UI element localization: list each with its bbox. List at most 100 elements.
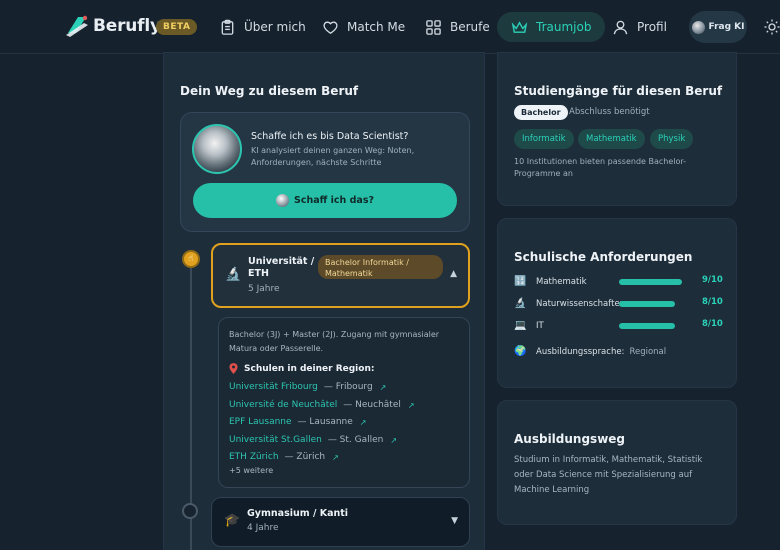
timeline-dot: [182, 503, 198, 519]
career-path-card: Dein Weg zu diesem Beruf Schaffe ich es …: [163, 52, 485, 550]
requirement-bar-track: [619, 301, 689, 307]
subject-chip[interactable]: Mathematik: [578, 129, 645, 149]
grid-icon: [426, 19, 441, 35]
school-requirements-card: Schulische Anforderungen 🔢 Mathematik 9/…: [497, 218, 737, 388]
stage-duration: 5 Jahre: [248, 284, 280, 294]
ask-ki-label: Frag KI: [708, 22, 745, 32]
schaff-ich-das-label: Schaff ich das?: [294, 195, 374, 206]
stage-name: Universität / ETH: [248, 256, 315, 279]
language-label: Ausbildungssprache:: [536, 347, 625, 357]
assistant-question: Schaffe ich es bis Data Scientist?: [251, 131, 409, 142]
numbers-icon: 🔢: [514, 276, 527, 287]
school-item: EPF Lausanne — Lausanne ↗: [229, 415, 367, 429]
school-item: Universität St.Gallen — St. Gallen ↗: [229, 433, 397, 447]
nav-item-traumjob[interactable]: Traumjob: [497, 12, 606, 42]
chevron-down-icon[interactable]: ▼: [451, 516, 458, 526]
degree-chip: Bachelor: [514, 105, 568, 120]
requirement-bar: [619, 301, 675, 307]
nav-label: Match Me: [347, 20, 406, 34]
crown-icon: [511, 20, 528, 33]
school-link[interactable]: Universität St.Gallen: [229, 435, 322, 445]
assistant-description: KI analysiert deinen ganzen Weg: Noten, …: [251, 146, 415, 167]
school-link[interactable]: Université de Neuchâtel: [229, 400, 337, 410]
chevron-up-icon[interactable]: ▲: [450, 269, 457, 279]
school-city: — Zürich: [284, 452, 326, 462]
requirement-subject: Naturwissenschaften: [536, 299, 621, 309]
sun-icon[interactable]: [764, 19, 780, 35]
nav-label: Traumjob: [536, 20, 592, 34]
external-link-icon[interactable]: ↗: [360, 418, 367, 427]
school-item: Universität Fribourg — Fribourg ↗: [229, 380, 386, 394]
external-link-icon[interactable]: ↗: [408, 401, 415, 410]
stage-detail-description: Bachelor (3J) + Master (2J). Zugang mit …: [229, 330, 440, 353]
top-navigation-bar: Berufly BETA Über mich Match Me Berufe T…: [0, 0, 780, 54]
institutions-note: 10 Institutionen bieten passende Bachelo…: [514, 157, 687, 178]
study-programs-title: Studiengänge für diesen Beruf: [514, 84, 723, 98]
school-item: Université de Neuchâtel — Neuchâtel ↗: [229, 398, 415, 412]
school-link[interactable]: Universität Fribourg: [229, 382, 318, 392]
language-value: Regional: [629, 347, 667, 357]
school-city: — Lausanne: [297, 417, 353, 427]
career-path-title: Dein Weg zu diesem Beruf: [180, 84, 359, 98]
external-link-icon[interactable]: ↗: [390, 436, 397, 445]
nav-item-ueber-mich[interactable]: Über mich: [219, 12, 306, 42]
ai-avatar-icon: [691, 20, 705, 34]
school-city: — Fribourg: [323, 382, 373, 392]
language-row: 🌍 Ausbildungssprache: Regional: [514, 346, 666, 358]
requirement-bar-track: [619, 279, 689, 285]
nav-item-match-me[interactable]: Match Me: [322, 12, 405, 42]
school-item: ETH Zürich — Zürich ↗: [229, 450, 339, 464]
stage-detail-panel: Bachelor (3J) + Master (2J). Zugang mit …: [218, 317, 470, 488]
microscope-icon: 🔬: [514, 298, 527, 309]
training-path-title: Ausbildungsweg: [514, 432, 626, 446]
requirement-bar-track: [619, 323, 689, 329]
beta-badge: BETA: [156, 19, 198, 35]
stage-degree-tag: Bachelor Informatik / Mathematik: [318, 255, 443, 279]
school-link[interactable]: ETH Zürich: [229, 452, 279, 462]
school-city: — St. Gallen: [327, 435, 384, 445]
requirement-subject: IT: [536, 321, 544, 331]
stage-gymnasium[interactable]: 🎓 Gymnasium / Kanti 4 Jahre ▼: [211, 497, 470, 547]
schools-heading-text: Schulen in deiner Region:: [244, 363, 375, 374]
school-city: — Neuchâtel: [343, 400, 401, 410]
requirement-bar: [619, 323, 675, 329]
requirement-score: 8/10: [702, 319, 723, 329]
school-requirements-title: Schulische Anforderungen: [514, 250, 693, 264]
requirement-bar: [619, 279, 682, 285]
nav-label: Berufe: [450, 20, 490, 34]
nav-label: Über mich: [244, 20, 306, 34]
external-link-icon[interactable]: ↗: [332, 453, 339, 462]
ask-ki-button[interactable]: Frag KI: [689, 11, 747, 43]
requirement-row: 🔢 Mathematik 9/10: [514, 275, 724, 289]
requirement-subject: Mathematik: [536, 277, 587, 287]
globe-icon: 🌍: [514, 346, 527, 357]
graduation-cap-icon: 🎓: [224, 513, 241, 528]
school-link[interactable]: EPF Lausanne: [229, 417, 292, 427]
nav-item-berufe[interactable]: Berufe: [425, 12, 490, 42]
clipboard-icon: [221, 19, 234, 35]
external-link-icon[interactable]: ↗: [380, 383, 387, 392]
logo-mark-icon: [66, 15, 88, 37]
robot-avatar-icon: [192, 124, 242, 174]
more-schools[interactable]: +5 weitere: [229, 466, 273, 475]
heart-icon: [323, 21, 338, 34]
requirement-row: 💻 IT 8/10: [514, 319, 724, 333]
subject-chip[interactable]: Informatik: [514, 129, 574, 149]
stage-universitaet[interactable]: 🔬 Universität / ETH 5 Jahre Bachelor Inf…: [211, 243, 470, 308]
brand-logo[interactable]: Berufly: [64, 13, 161, 39]
timeline-dot-active: ☝: [182, 250, 200, 268]
nav-item-profil[interactable]: Profil: [612, 12, 667, 42]
schaff-ich-das-button[interactable]: Schaff ich das?: [193, 183, 457, 218]
user-icon: [613, 20, 628, 34]
ai-assistant-panel: Schaffe ich es bis Data Scientist? KI an…: [180, 112, 470, 232]
requirement-row: 🔬 Naturwissenschaften 8/10: [514, 297, 724, 311]
brand-name: Berufly: [93, 16, 161, 36]
subject-chip[interactable]: Physik: [650, 129, 694, 149]
stage-duration: 4 Jahre: [247, 523, 279, 533]
requirement-score: 9/10: [702, 275, 723, 285]
schools-heading: Schulen in deiner Region:: [229, 363, 374, 374]
microscope-icon: 🔬: [225, 267, 242, 282]
degree-note: Abschluss benötigt: [569, 107, 650, 117]
stage-name: Gymnasium / Kanti: [247, 508, 349, 519]
location-pin-icon: [229, 363, 238, 374]
